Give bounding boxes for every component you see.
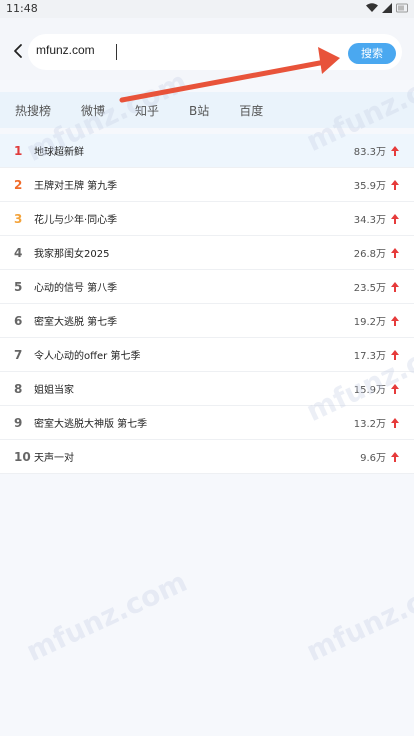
tab-weibo[interactable]: 微博: [81, 102, 105, 119]
list-item[interactable]: 5 心动的信号 第八季 23.5万: [0, 270, 414, 304]
watermark: mfunz.com: [301, 564, 414, 669]
trend-up-icon: [390, 213, 400, 224]
item-title: 我家那闺女2025: [34, 249, 110, 260]
rank-number: 6: [14, 313, 23, 328]
trend-up-icon: [390, 315, 400, 326]
hot-list: 1 地球超新鲜 83.3万 2 王牌对王牌 第九季 35.9万 3 花儿与少年·…: [0, 134, 414, 474]
search-input[interactable]: [36, 43, 326, 57]
list-item[interactable]: 2 王牌对王牌 第九季 35.9万: [0, 168, 414, 202]
tab-bilibili[interactable]: B站: [189, 102, 209, 119]
list-item[interactable]: 7 令人心动的offer 第七季 17.3万: [0, 338, 414, 372]
signal-icon: [382, 3, 392, 13]
heat-count: 15.9万: [353, 385, 386, 396]
status-icons: [366, 3, 408, 13]
item-title: 王牌对王牌 第九季: [34, 181, 118, 192]
heat-count: 19.2万: [353, 317, 386, 328]
heat-count: 35.9万: [353, 181, 386, 192]
item-title: 姐姐当家: [34, 385, 74, 396]
list-item[interactable]: 8 姐姐当家 15.9万: [0, 372, 414, 406]
wifi-icon: [366, 3, 378, 12]
list-item[interactable]: 4 我家那闺女2025 26.8万: [0, 236, 414, 270]
rank-number: 9: [14, 415, 23, 430]
item-title: 心动的信号 第八季: [34, 283, 118, 294]
item-title: 密室大逃脱 第七季: [34, 317, 118, 328]
item-title: 花儿与少年·同心季: [34, 215, 118, 226]
item-title: 天声一对: [34, 453, 74, 464]
rank-number: 8: [14, 381, 23, 396]
heat-count: 13.2万: [353, 419, 386, 430]
rank-number: 2: [14, 177, 23, 192]
trend-up-icon: [390, 247, 400, 258]
status-bar: 11:48: [0, 0, 414, 18]
watermark: mfunz.com: [21, 564, 193, 669]
trend-up-icon: [390, 281, 400, 292]
rank-number: 4: [14, 245, 23, 260]
item-title: 地球超新鲜: [34, 147, 84, 158]
heat-count: 23.5万: [353, 283, 386, 294]
status-time: 11:48: [6, 2, 38, 15]
heat-count: 17.3万: [353, 351, 386, 362]
list-item[interactable]: 9 密室大逃脱大神版 第七季 13.2万: [0, 406, 414, 440]
trend-up-icon: [390, 145, 400, 156]
trend-up-icon: [390, 179, 400, 190]
trend-up-icon: [390, 451, 400, 462]
rank-number: 7: [14, 347, 23, 362]
rank-number: 5: [14, 279, 23, 294]
item-title: 密室大逃脱大神版 第七季: [34, 419, 148, 430]
rank-number: 3: [14, 211, 23, 226]
tab-baidu[interactable]: 百度: [239, 102, 263, 119]
rank-number: 10: [14, 449, 31, 464]
heat-count: 34.3万: [353, 215, 386, 226]
text-caret: [116, 44, 117, 60]
list-item[interactable]: 3 花儿与少年·同心季 34.3万: [0, 202, 414, 236]
tab-zhihu[interactable]: 知乎: [135, 102, 159, 119]
back-icon[interactable]: [10, 42, 28, 60]
rank-number: 1: [14, 143, 23, 158]
trend-up-icon: [390, 417, 400, 428]
tab-hot[interactable]: 热搜榜: [15, 102, 51, 119]
list-item[interactable]: 1 地球超新鲜 83.3万: [0, 134, 414, 168]
item-title: 令人心动的offer 第七季: [34, 351, 141, 362]
heat-count: 26.8万: [353, 249, 386, 260]
list-item[interactable]: 10 天声一对 9.6万: [0, 440, 414, 474]
heat-count: 9.6万: [360, 453, 386, 464]
trend-up-icon: [390, 383, 400, 394]
battery-icon: [396, 3, 408, 13]
list-item[interactable]: 6 密室大逃脱 第七季 19.2万: [0, 304, 414, 338]
source-tabs: 热搜榜 微博 知乎 B站 百度: [0, 92, 414, 128]
search-button[interactable]: 搜索: [348, 43, 396, 64]
search-box[interactable]: [28, 34, 402, 70]
heat-count: 83.3万: [353, 147, 386, 158]
trend-up-icon: [390, 349, 400, 360]
